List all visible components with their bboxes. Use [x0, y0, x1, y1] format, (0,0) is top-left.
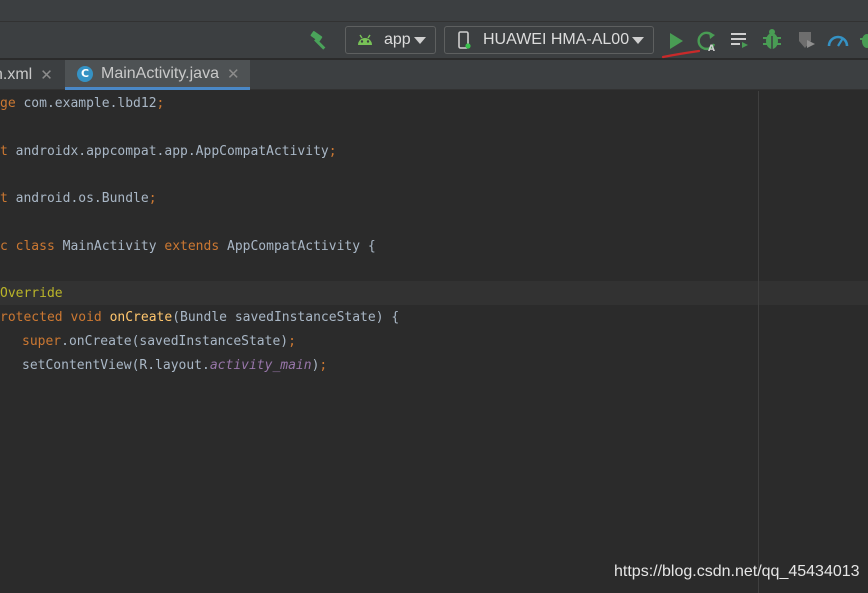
coverage-icon[interactable] [795, 29, 817, 51]
tab-activity-main-xml[interactable]: n.xml ✕ [0, 60, 64, 90]
debug-icon[interactable] [761, 28, 783, 52]
tab-label: MainActivity.java [101, 64, 219, 82]
code-line: setContentView(R.layout.activity_main); [22, 358, 328, 373]
watermark-url: https://blog.csdn.net/qq_45434013 [614, 563, 860, 580]
code-line: ge com.example.lbd12; [0, 96, 165, 111]
code-line: Override [0, 286, 63, 301]
tab-main-activity-java[interactable]: C MainActivity.java ✕ [65, 60, 250, 90]
class-icon: C [77, 65, 93, 82]
tab-label: n.xml [0, 66, 33, 83]
chevron-down-icon [632, 37, 644, 44]
make-icon[interactable] [729, 29, 751, 51]
code-line: t androidx.appcompat.app.AppCompatActivi… [0, 144, 337, 159]
profiler-icon[interactable] [826, 29, 850, 51]
more-icon[interactable] [858, 29, 868, 51]
right-margin-guide [758, 91, 759, 593]
chevron-down-icon [414, 37, 426, 44]
device-label: HUAWEI HMA-AL00 [483, 31, 630, 48]
editor-tab-bar: n.xml ✕ C MainActivity.java ✕ [0, 60, 868, 90]
run-config-select[interactable]: app [345, 26, 436, 54]
device-select[interactable]: HUAWEI HMA-AL00 [444, 26, 654, 54]
code-line: t android.os.Bundle; [0, 191, 157, 206]
code-line: super.onCreate(savedInstanceState); [22, 334, 296, 349]
code-line: c class MainActivity extends AppCompatAc… [0, 239, 376, 254]
code-line: rotected void onCreate(Bundle savedInsta… [0, 310, 400, 325]
close-icon[interactable]: ✕ [227, 65, 240, 83]
phone-icon [453, 31, 475, 49]
caret-line-highlight [0, 281, 868, 305]
menu-strip [0, 0, 868, 22]
code-editor[interactable]: ge com.example.lbd12; t androidx.appcomp… [0, 91, 868, 593]
android-icon [354, 31, 376, 49]
main-toolbar: app HUAWEI HMA-AL00 A [0, 22, 868, 59]
svg-text:A: A [708, 44, 715, 53]
run-config-label: app [384, 31, 411, 48]
close-icon[interactable]: ✕ [40, 66, 53, 84]
hammer-icon[interactable] [308, 28, 332, 52]
